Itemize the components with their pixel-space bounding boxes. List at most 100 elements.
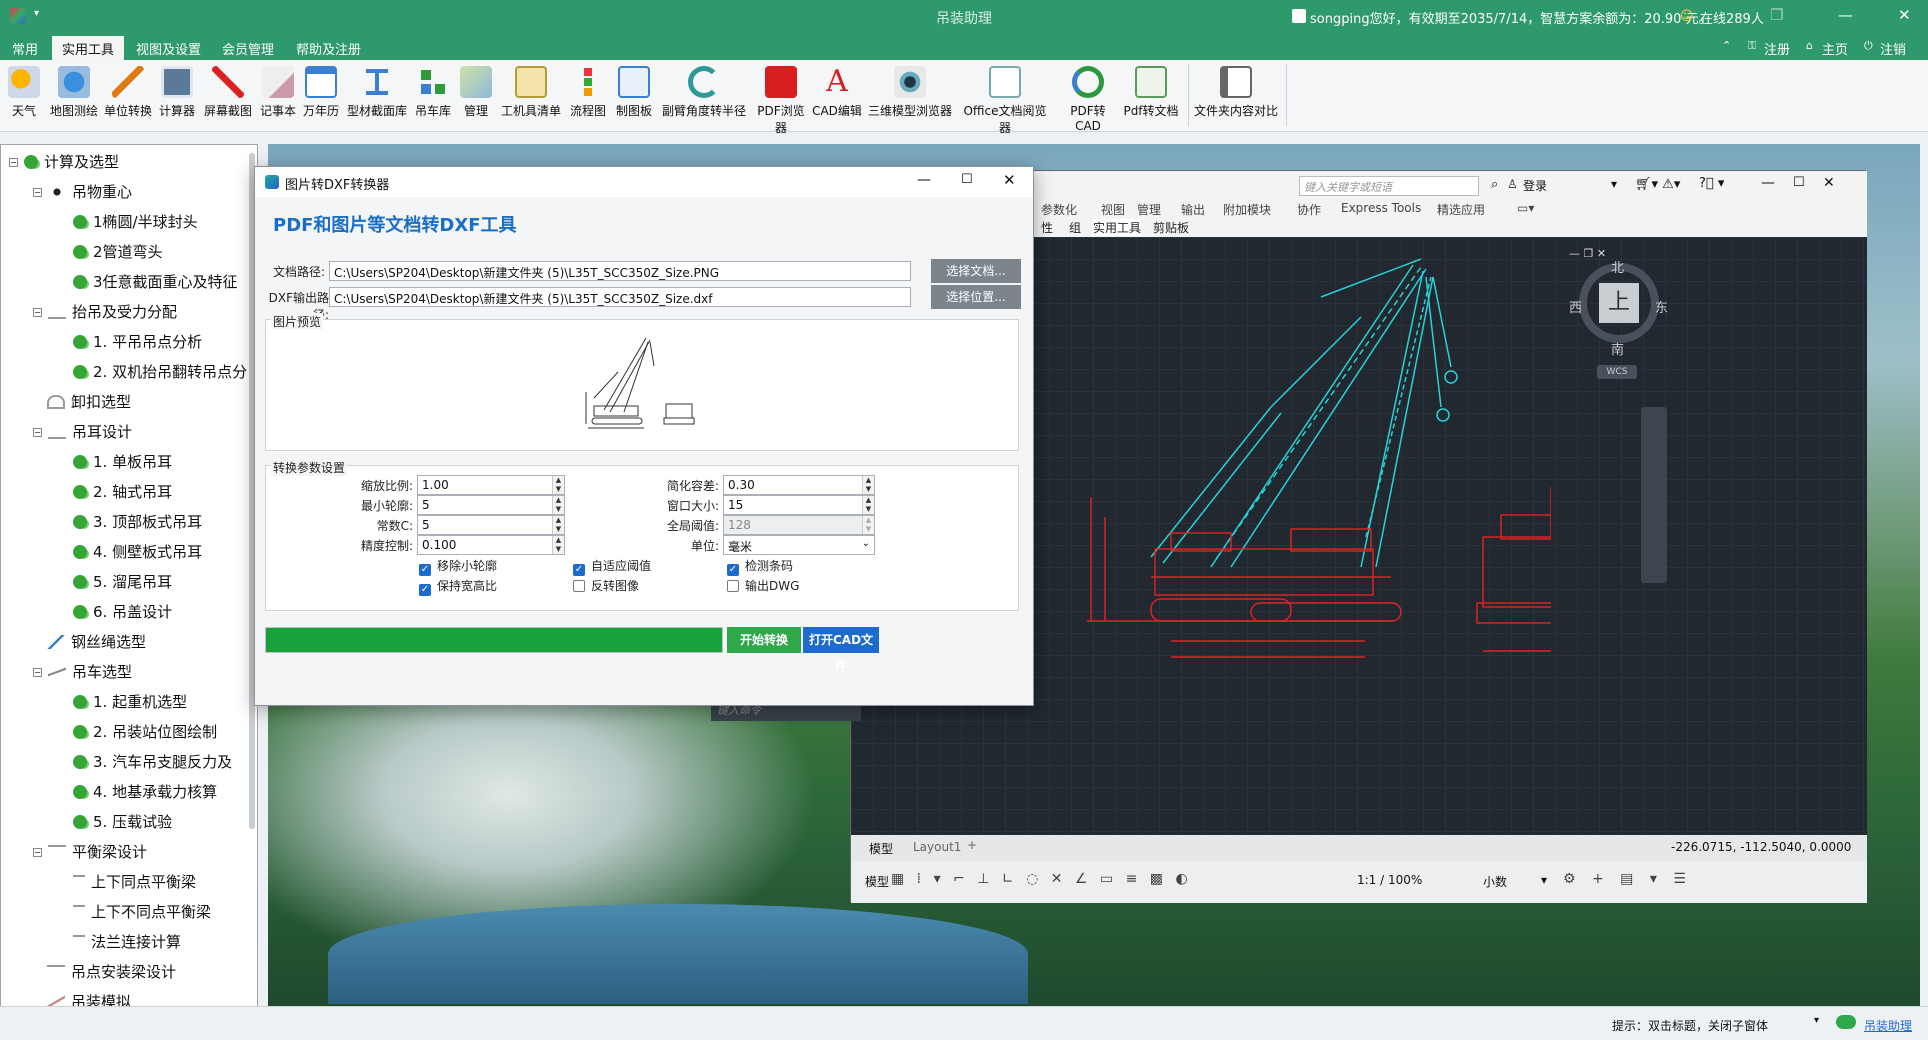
menu-logout[interactable]: 注销 [1880, 39, 1906, 58]
cad-maximize-icon[interactable]: ☐ [1793, 175, 1805, 190]
viewport-controls[interactable]: — ❐ ✕ [1569, 247, 1606, 260]
minimize-icon[interactable]: — [1838, 6, 1853, 24]
tree-item-crane[interactable]: − 吊车选型 [33, 661, 132, 682]
cad-minimize-icon[interactable]: — [1761, 175, 1775, 191]
dialog-maximize-icon[interactable]: ☐ [961, 172, 973, 187]
tool-notepad[interactable]: 记事本 [258, 66, 298, 119]
units-dropdown[interactable]: 小数 [1483, 873, 1507, 890]
tree-item-cog[interactable]: − 吊物重心 [33, 181, 132, 202]
tool-manage[interactable]: 管理 [456, 66, 496, 119]
tool-pdf-viewer[interactable]: PDF浏览器 [752, 66, 810, 136]
global-threshold-input[interactable]: 128 ▲ ▼ [723, 515, 875, 535]
tree-item[interactable]: 1椭圆/半球封头 [73, 211, 198, 232]
menu-home[interactable]: 主页 [1822, 39, 1848, 58]
status-right-icons[interactable]: ⚙ + ▤ ▾ ☰ [1563, 871, 1692, 887]
tree-item[interactable]: 3. 汽车吊支腿反力及 [73, 751, 232, 772]
status-dropdown-icon[interactable]: ▾ [1814, 1015, 1819, 1026]
menu-view-settings[interactable]: 视图及设置 [136, 39, 201, 58]
tree-item-beam[interactable]: − 平衡梁设计 [33, 841, 147, 862]
const-c-input[interactable]: 5 ▲ ▼ [417, 515, 565, 535]
tool-section-library[interactable]: 型材截面库 [344, 66, 410, 119]
cad-login[interactable]: 登录 [1523, 177, 1547, 194]
ribbon-more-icon[interactable]: ▭▾ [1517, 201, 1534, 215]
ribbon-tab[interactable]: 精选应用 [1437, 201, 1485, 218]
panel-tab[interactable]: 组 [1069, 219, 1081, 236]
cart-icon[interactable]: 🛒︎▾ ⚠︎▾ [1635, 177, 1680, 192]
start-convert-button[interactable]: 开始转换 [727, 627, 801, 653]
tree-item[interactable]: 3任意截面重心及特征 [73, 271, 238, 292]
tool-weather[interactable]: 天气 [4, 66, 44, 119]
tree-item[interactable]: 5. 压载试验 [73, 811, 172, 832]
tool-screenshot[interactable]: 屏幕截图 [202, 66, 254, 119]
choose-doc-button[interactable]: 选择文档... [931, 259, 1021, 283]
binoculars-icon[interactable]: ⌕ [1491, 177, 1498, 192]
annotation-scale[interactable]: 1:1 / 100% [1357, 873, 1422, 887]
chk-invert[interactable]: 反转图像 [573, 577, 639, 594]
tool-cad-edit[interactable]: A CAD编辑 [812, 66, 862, 119]
tree-item[interactable]: 2. 吊装站位图绘制 [73, 721, 217, 742]
chk-keep-ratio[interactable]: ✓ 保持宽高比 [419, 577, 497, 596]
tab-model[interactable]: 模型 [869, 840, 893, 857]
tree-item[interactable]: 上下同点平衡梁 [73, 871, 196, 892]
tool-pdf-to-doc[interactable]: Pdf转文档 [1122, 66, 1180, 119]
window-size-input[interactable]: 15 ▲ ▼ [723, 495, 875, 515]
toggle-switch[interactable] [1836, 1015, 1856, 1029]
tool-drawing-board[interactable]: 制图板 [612, 66, 656, 119]
open-cad-button[interactable]: 打开CAD文件 [803, 627, 879, 673]
tool-calculator[interactable]: 计算器 [156, 66, 198, 119]
chk-detect-barcode[interactable]: ✓ 检测条码 [727, 557, 793, 576]
viewcube-west[interactable]: 西 [1569, 297, 1582, 316]
tool-equipment-list[interactable]: 工机具清单 [498, 66, 564, 119]
viewcube-east[interactable]: 东 [1655, 297, 1668, 316]
menu-tools[interactable]: 实用工具 [52, 36, 125, 60]
tool-jib-angle[interactable]: 副臂角度转半径 [658, 66, 750, 119]
help-icon[interactable]: ?⃝ ▾ [1699, 176, 1724, 191]
wcs-menu[interactable]: WCS [1597, 365, 1637, 379]
ribbon-tab[interactable]: 附加模块 [1223, 201, 1271, 218]
tool-unit-convert[interactable]: 单位转换 [102, 66, 154, 119]
viewcube-top[interactable]: 上 [1599, 283, 1639, 323]
tree-item[interactable]: 4. 侧壁板式吊耳 [73, 541, 202, 562]
viewcube-north[interactable]: 北 [1611, 257, 1624, 276]
menu-member[interactable]: 会员管理 [222, 39, 274, 58]
unit-select[interactable]: 毫米 ⌄ [723, 535, 875, 555]
min-contour-input[interactable]: 5 ▲ ▼ [417, 495, 565, 515]
scale-input[interactable]: 1.00 ▲ ▼ [417, 475, 565, 495]
tool-map[interactable]: 地图测绘 [46, 66, 102, 119]
doc-path-input[interactable]: C:\Users\SP204\Desktop\新建文件夹 (5)\L35T_SC… [329, 261, 911, 281]
tool-crane-library[interactable]: 吊车库 [412, 66, 454, 119]
drafting-settings-icons[interactable]: ▦ ⁞ ▾ ⌐ ⊥ ∟ ◌ ✕ ∠ ▭ ≡ ▩ ◐ [891, 871, 1192, 887]
tree-item[interactable]: 上下不同点平衡梁 [73, 901, 211, 922]
panel-tab[interactable]: 剪贴板 [1153, 219, 1189, 236]
choose-location-button[interactable]: 选择位置... [931, 285, 1021, 309]
tree-item[interactable]: 5. 溜尾吊耳 [73, 571, 172, 592]
message-icon[interactable] [1292, 9, 1306, 23]
tree-item[interactable]: 1. 单板吊耳 [73, 451, 172, 472]
tree-item[interactable]: 2管道弯头 [73, 241, 163, 262]
tool-calendar[interactable]: 万年历 [300, 66, 342, 119]
tool-folder-compare[interactable]: 文件夹内容对比 [1192, 66, 1280, 119]
collapse-ribbon-icon[interactable]: ⌃ [1722, 39, 1731, 52]
menu-help-register[interactable]: 帮助及注册 [296, 39, 361, 58]
chk-output-dwg[interactable]: 输出DWG [727, 577, 799, 594]
chk-remove-small[interactable]: ✓ 移除小轮廓 [419, 557, 497, 576]
ribbon-tab[interactable]: Express Tools [1341, 201, 1421, 215]
ribbon-tab[interactable]: 参数化 [1041, 201, 1077, 218]
navigation-bar[interactable] [1641, 407, 1667, 583]
ribbon-tab[interactable]: 协作 [1297, 201, 1321, 218]
tree-item-install-beam[interactable]: 吊点安装梁设计 [47, 961, 176, 982]
units-chevron-icon[interactable]: ▾ [1541, 873, 1547, 887]
panel-tab-active[interactable]: 实用工具 [1093, 219, 1142, 236]
ribbon-tab[interactable]: 输出 [1181, 201, 1205, 218]
tree-item-root[interactable]: − 计算及选型 [9, 151, 119, 172]
menu-common[interactable]: 常用 [12, 39, 38, 58]
tree-item-wire-rope[interactable]: 钢丝绳选型 [47, 631, 146, 652]
dialog-close-icon[interactable]: ✕ [1003, 171, 1016, 189]
precision-input[interactable]: 0.100 ▲ ▼ [417, 535, 565, 555]
status-model[interactable]: 模型 [865, 873, 889, 890]
close-icon[interactable]: ✕ [1898, 6, 1911, 24]
chk-adaptive-threshold[interactable]: ✓ 自适应阈值 [573, 557, 651, 576]
dxf-path-input[interactable]: C:\Users\SP204\Desktop\新建文件夹 (5)\L35T_SC… [329, 287, 911, 307]
tree-item-lug[interactable]: − 吊耳设计 [33, 421, 132, 442]
tree-item[interactable]: 4. 地基承载力核算 [73, 781, 217, 802]
